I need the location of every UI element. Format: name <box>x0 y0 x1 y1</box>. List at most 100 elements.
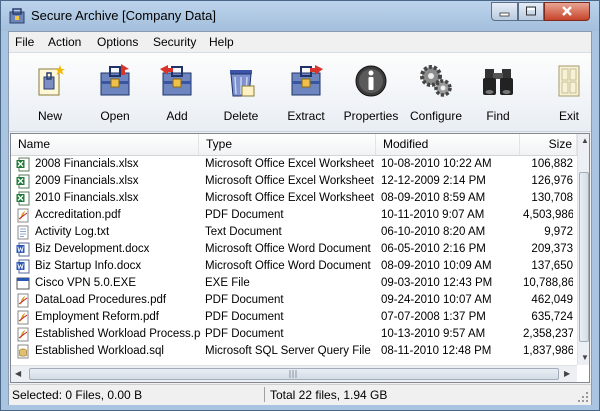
file-name-cell: Cisco VPN 5.0.EXE <box>16 275 201 292</box>
properties-button[interactable]: Properties <box>340 57 402 127</box>
file-row[interactable]: Accreditation.pdf PDF Document 10-11-2010 … <box>11 207 577 224</box>
file-name-cell: 2008 Financials.xlsx <box>16 156 201 173</box>
properties-label: Properties <box>343 109 399 123</box>
binoculars-icon <box>483 69 513 95</box>
file-name: Biz Development.docx <box>35 243 150 255</box>
file-row[interactable]: Employment Reform.pdf PDF Document 07-07-2… <box>11 309 577 326</box>
file-row[interactable]: Established Workload Process.pdf PDF Docu… <box>11 326 577 343</box>
file-row[interactable]: 2009 Financials.xlsx Microsoft Office Exc… <box>11 173 577 190</box>
file-name-cell: Employment Reform.pdf <box>16 309 201 326</box>
close-button[interactable] <box>544 2 590 21</box>
file-row[interactable]: 2010 Financials.xlsx Microsoft Office Exc… <box>11 190 577 207</box>
status-divider <box>264 387 265 402</box>
file-name: Accreditation.pdf <box>35 209 121 221</box>
file-type: Microsoft Office Excel Worksheet <box>205 192 374 204</box>
add-button[interactable]: Add <box>146 57 208 127</box>
excel-icon <box>16 191 30 206</box>
total-status: Total 22 files, 1.94 GB <box>270 388 388 402</box>
file-size: 126,976 <box>531 175 573 187</box>
excel-icon <box>16 174 30 189</box>
configure-button[interactable]: Configure <box>405 57 467 127</box>
column-header-name[interactable]: Name <box>11 134 199 155</box>
scroll-up-icon[interactable]: ▲ <box>581 136 589 145</box>
status-bar: Selected: 0 Files, 0.00 B Total 22 files… <box>9 384 591 405</box>
file-row[interactable]: Biz Development.docx Microsoft Office Wor… <box>11 241 577 258</box>
file-modified: 10-08-2010 10:22 AM <box>381 158 492 170</box>
file-size: 130,708 <box>531 192 573 204</box>
window-title: Secure Archive [Company Data] <box>31 8 216 23</box>
file-name: Cisco VPN 5.0.EXE <box>35 277 136 289</box>
app-icon <box>9 8 25 24</box>
column-header-size[interactable]: Size <box>520 134 577 155</box>
vertical-scrollbar[interactable]: ▲ ▼ <box>577 134 589 365</box>
file-row[interactable]: Cisco VPN 5.0.EXE EXE File 09-03-2010 12:4… <box>11 275 577 292</box>
new-archive-icon <box>38 65 65 96</box>
column-header-modified[interactable]: Modified <box>376 134 520 155</box>
file-modified: 08-11-2010 12:48 PM <box>381 345 492 357</box>
file-type: PDF Document <box>205 328 284 340</box>
menu-help[interactable]: Help <box>209 35 234 49</box>
selection-status: Selected: 0 Files, 0.00 B <box>12 388 143 402</box>
file-modified: 09-03-2010 12:43 PM <box>381 277 493 289</box>
configure-label: Configure <box>409 109 463 123</box>
file-name-cell: Biz Startup Info.docx <box>16 258 201 275</box>
file-name: Employment Reform.pdf <box>35 311 159 323</box>
file-size: 462,049 <box>531 294 573 306</box>
maximize-button[interactable] <box>518 2 544 21</box>
scroll-down-icon[interactable]: ▼ <box>581 353 589 362</box>
scroll-right-icon[interactable]: ▶ <box>564 369 570 378</box>
horizontal-scroll-thumb[interactable] <box>29 368 559 380</box>
open-button[interactable]: Open <box>84 57 146 127</box>
exit-button[interactable]: Exit <box>538 57 591 127</box>
file-size: 2,358,237 <box>523 328 573 340</box>
menu-options[interactable]: Options <box>97 35 138 49</box>
file-row[interactable]: Biz Startup Info.docx Microsoft Office Wo… <box>11 258 577 275</box>
find-button[interactable]: Find <box>467 57 529 127</box>
minimize-button[interactable] <box>491 2 518 21</box>
menu-bar: File Action Options Security Help <box>9 32 591 52</box>
file-type: Microsoft Office Word Document <box>205 260 371 272</box>
grip-lines-icon <box>289 370 297 378</box>
file-modified: 06-05-2010 2:16 PM <box>381 243 486 255</box>
file-row[interactable]: DataLoad Procedures.pdf PDF Document 09-24… <box>11 292 577 309</box>
word-icon <box>16 242 30 257</box>
file-type: Microsoft SQL Server Query File <box>205 345 371 357</box>
file-modified: 07-07-2008 1:37 PM <box>381 311 486 323</box>
file-type: Microsoft Office Excel Worksheet <box>205 175 374 187</box>
file-row[interactable]: Activity Log.txt Text Document 06-10-2010 … <box>11 224 577 241</box>
toolbar: New Open Add Delete Extract Properties C… <box>9 52 591 132</box>
file-modified: 06-10-2010 8:20 AM <box>381 226 486 238</box>
file-name: 2009 Financials.xlsx <box>35 175 139 187</box>
new-button[interactable]: New <box>19 57 81 127</box>
menu-action[interactable]: Action <box>48 35 81 49</box>
file-modified: 12-12-2009 2:14 PM <box>381 175 486 187</box>
file-size: 635,724 <box>531 311 573 323</box>
file-name: DataLoad Procedures.pdf <box>35 294 167 306</box>
file-type: PDF Document <box>205 294 284 306</box>
resize-grip-icon[interactable] <box>577 391 589 403</box>
horizontal-scrollbar[interactable]: ◀ ▶ <box>11 365 577 382</box>
info-icon <box>355 65 387 97</box>
file-row[interactable]: Established Workload.sql Microsoft SQL Se… <box>11 343 577 360</box>
delete-button[interactable]: Delete <box>210 57 272 127</box>
menu-security[interactable]: Security <box>153 35 196 49</box>
excel-icon <box>16 157 30 172</box>
menu-file[interactable]: File <box>15 35 34 49</box>
client-area: File Action Options Security Help New Op… <box>8 31 592 405</box>
exit-label: Exit <box>558 109 579 123</box>
extract-button[interactable]: Extract <box>275 57 337 127</box>
title-bar[interactable]: Secure Archive [Company Data] <box>1 1 599 31</box>
scroll-left-icon[interactable]: ◀ <box>15 369 21 378</box>
add-files-icon <box>160 65 192 96</box>
file-name-cell: Activity Log.txt <box>16 224 201 241</box>
vertical-scroll-thumb[interactable] <box>579 172 589 342</box>
file-row[interactable]: 2008 Financials.xlsx Microsoft Office Exc… <box>11 156 577 173</box>
file-name: Activity Log.txt <box>35 226 110 238</box>
column-header-type[interactable]: Type <box>199 134 376 155</box>
file-modified: 08-09-2010 8:59 AM <box>381 192 486 204</box>
file-name-cell: DataLoad Procedures.pdf <box>16 292 201 309</box>
file-size: 4,503,986 <box>523 209 573 221</box>
pdf-icon <box>16 208 30 223</box>
file-list[interactable]: Name Type Modified Size 2008 Financials.… <box>10 133 590 383</box>
delete-files-icon <box>230 70 255 97</box>
